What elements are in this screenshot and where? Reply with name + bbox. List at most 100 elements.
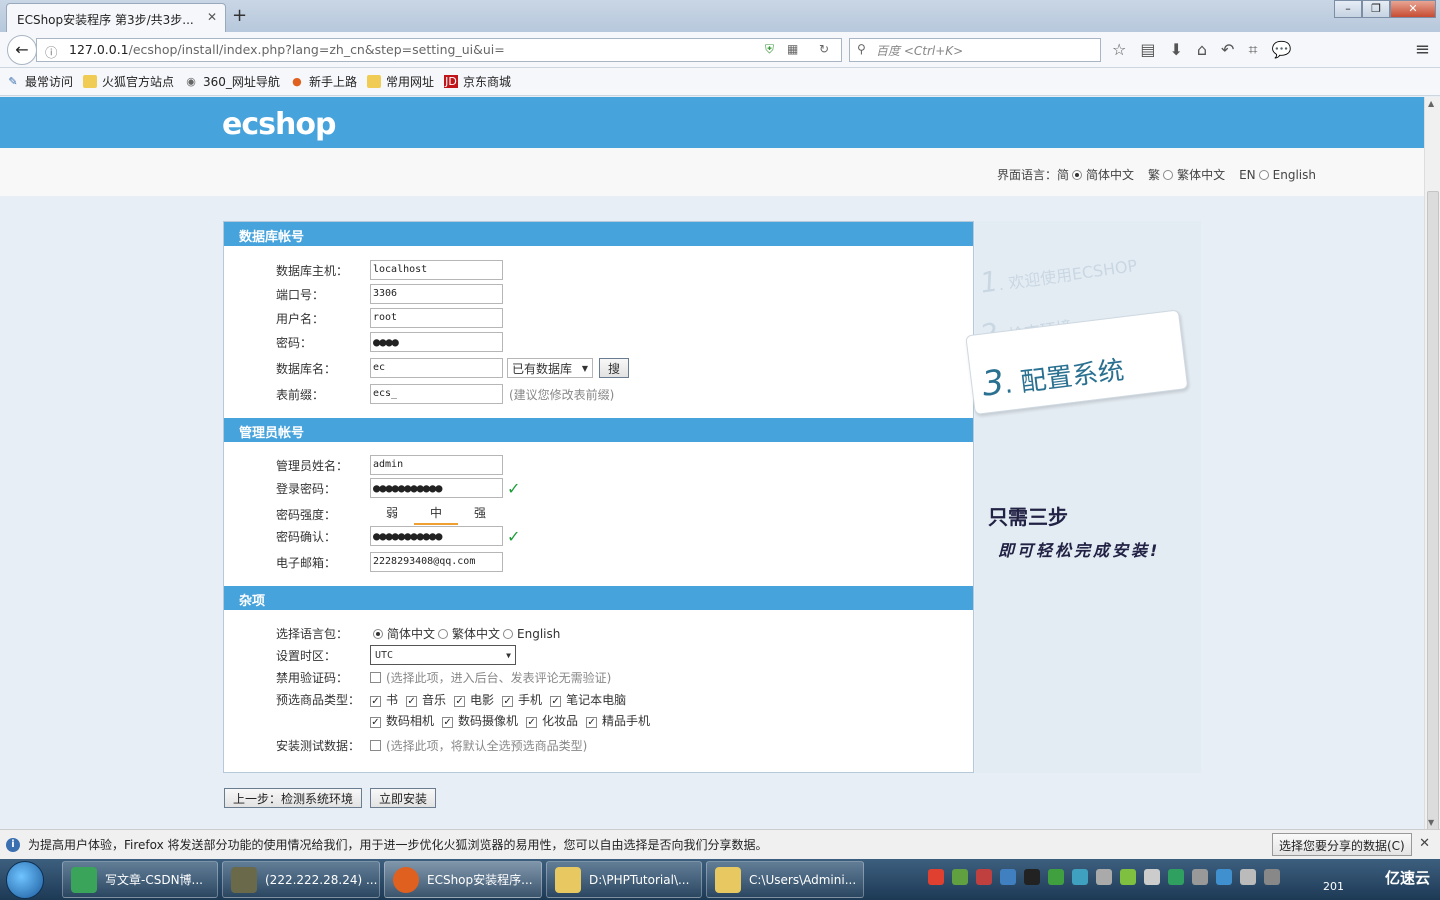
scrollbar-thumb[interactable] bbox=[1427, 191, 1439, 853]
db-password-input[interactable]: ●●●● bbox=[370, 332, 503, 352]
db-user-input[interactable]: root bbox=[370, 308, 503, 328]
scroll-up-arrow-icon[interactable]: ▲ bbox=[1428, 99, 1434, 108]
existing-db-select[interactable]: 已有数据库 ▼ bbox=[507, 358, 593, 378]
goods-type-item[interactable]: ✓ 书 bbox=[370, 691, 398, 708]
undo-icon[interactable]: ↶ bbox=[1221, 40, 1234, 60]
lang-radio-en[interactable] bbox=[1258, 169, 1269, 180]
new-tab-icon[interactable]: + bbox=[232, 5, 247, 26]
tray-app-icon[interactable] bbox=[1072, 869, 1088, 885]
langpack-radio-en[interactable] bbox=[503, 628, 514, 639]
admin-password-input[interactable]: ●●●●●●●●●●● bbox=[370, 478, 503, 498]
bookmark-star-icon[interactable]: ☆ bbox=[1112, 40, 1126, 60]
goods-type-item[interactable]: ✓ 手机 bbox=[502, 691, 542, 708]
goods-type-item[interactable]: ✓ 音乐 bbox=[406, 691, 446, 708]
goods-type-item[interactable]: ✓ 电影 bbox=[454, 691, 494, 708]
taskbar-item[interactable]: 写文章-CSDN博... bbox=[62, 861, 218, 898]
scroll-down-arrow-icon[interactable]: ▼ bbox=[1428, 818, 1434, 827]
screenshot-icon[interactable]: ⌗ bbox=[1248, 40, 1257, 60]
langpack-radio-zh-cn[interactable] bbox=[373, 628, 383, 639]
taskbar-item[interactable]: (222.222.28.24) ... bbox=[222, 861, 380, 898]
goods-type-item[interactable]: ✓ 化妆品 bbox=[526, 712, 578, 729]
db-host-input[interactable]: localhost bbox=[370, 260, 503, 280]
share-data-button[interactable]: 选择您要分享的数据(C) bbox=[1272, 833, 1412, 856]
reading-list-icon[interactable]: ▤ bbox=[1140, 40, 1155, 60]
install-button[interactable]: 立即安装 bbox=[370, 788, 437, 808]
admin-password-row: 登录密码： ●●●●●●●●●●● ✓ bbox=[276, 478, 521, 498]
page-header: ecshop bbox=[0, 97, 1424, 148]
reload-icon[interactable]: ↻ bbox=[819, 42, 829, 56]
network-icon[interactable] bbox=[1264, 869, 1280, 885]
bookmark-item[interactable]: ● 新手上路 bbox=[290, 73, 357, 90]
testdata-checkbox[interactable] bbox=[370, 740, 381, 751]
tray-app-icon[interactable] bbox=[1120, 869, 1136, 885]
prev-step-button[interactable]: 上一步：检测系统环境 bbox=[224, 788, 363, 808]
captcha-checkbox[interactable] bbox=[370, 672, 381, 683]
menu-icon[interactable]: ≡ bbox=[1415, 39, 1430, 60]
close-icon[interactable]: ✕ bbox=[1419, 836, 1430, 851]
page-scrollbar[interactable]: ▲ ▼ bbox=[1424, 97, 1440, 853]
tab-close-icon[interactable]: ✕ bbox=[207, 10, 217, 24]
goods-type-item[interactable]: ✓ 数码摄像机 bbox=[442, 712, 518, 729]
tray-app-icon[interactable] bbox=[1048, 869, 1064, 885]
minimize-button[interactable]: – bbox=[1334, 0, 1362, 18]
db-prefix-input[interactable]: ecs_ bbox=[370, 384, 503, 404]
start-button[interactable] bbox=[6, 861, 44, 899]
goods-type-item[interactable]: ✓ 数码相机 bbox=[370, 712, 434, 729]
admin-section-title: 管理员帐号 bbox=[224, 418, 973, 442]
tray-app-icon[interactable] bbox=[1216, 869, 1232, 885]
qq-icon[interactable] bbox=[1024, 869, 1040, 885]
bookmark-item[interactable]: 火狐官方站点 bbox=[83, 73, 174, 90]
langpack-radio-zh-tw[interactable] bbox=[438, 628, 449, 639]
slogan-title: 只需三步 bbox=[988, 505, 1068, 529]
bookmark-item[interactable]: ◉ 360_网址导航 bbox=[184, 73, 280, 90]
shield-icon[interactable]: ⛨ bbox=[765, 42, 774, 57]
tray-app-icon[interactable] bbox=[1192, 869, 1208, 885]
taskbar-item[interactable]: C:\Users\Admini... bbox=[706, 861, 864, 898]
url-bar[interactable]: ⓘ 127.0.0.1/ecshop/install/index.php?lan… bbox=[36, 38, 842, 62]
timezone-select[interactable]: UTC ▼ bbox=[370, 645, 516, 665]
tray-app-icon[interactable] bbox=[976, 869, 992, 885]
db-password-row: 密码： ●●●● bbox=[276, 332, 503, 352]
db-search-button[interactable]: 搜 bbox=[599, 358, 630, 378]
back-arrow-icon[interactable]: ← bbox=[7, 35, 37, 65]
lang-radio-zh-tw[interactable] bbox=[1163, 169, 1174, 180]
language-bar: 界面语言： 简 简体中文 繁 繁体中文 EN English bbox=[0, 148, 1424, 196]
battery-icon[interactable] bbox=[952, 869, 968, 885]
goods-type-item[interactable]: ✓ 笔记本电脑 bbox=[550, 691, 626, 708]
shield-icon[interactable] bbox=[1168, 869, 1184, 885]
clock[interactable]: 201 bbox=[1323, 880, 1344, 893]
password-strength-row: 密码强度： 弱 中 强 bbox=[276, 504, 502, 525]
url-host: 127.0.0.1 bbox=[69, 42, 129, 57]
download-icon[interactable]: ⬇ bbox=[1169, 40, 1182, 60]
admin-confirm-input[interactable]: ●●●●●●●●●●● bbox=[370, 526, 503, 546]
tray-app-icon[interactable] bbox=[1096, 869, 1112, 885]
db-port-input[interactable]: 3306 bbox=[370, 284, 503, 304]
admin-name-input[interactable]: admin bbox=[370, 455, 503, 475]
ime-icon[interactable] bbox=[928, 869, 944, 885]
close-window-button[interactable]: ✕ bbox=[1390, 0, 1436, 18]
tray-app-icon[interactable] bbox=[1000, 869, 1016, 885]
prefix-hint: (建议您修改表前缀) bbox=[509, 387, 615, 402]
volume-icon[interactable] bbox=[1144, 869, 1160, 885]
bookmark-item[interactable]: ✎ 最常访问 bbox=[6, 73, 73, 90]
qrcode-icon[interactable]: ▦ bbox=[787, 42, 798, 56]
info-icon[interactable]: ⓘ bbox=[45, 42, 58, 61]
bookmark-item[interactable]: 常用网址 bbox=[366, 73, 434, 90]
maximize-button[interactable]: ❐ bbox=[1362, 0, 1390, 18]
taskbar: 写文章-CSDN博... (222.222.28.24) ... ECShop安… bbox=[0, 859, 1440, 900]
goods-type-item[interactable]: ✓ 精品手机 bbox=[586, 712, 650, 729]
search-input[interactable]: ⚲ 百度 <Ctrl+K> bbox=[849, 38, 1101, 62]
taskbar-item-active[interactable]: ECShop安装程序... bbox=[384, 861, 542, 898]
bookmark-item[interactable]: JD 京东商城 bbox=[443, 73, 511, 90]
db-port-row: 端口号： 3306 bbox=[276, 284, 503, 304]
speaker-icon[interactable] bbox=[1240, 869, 1256, 885]
taskbar-item[interactable]: D:\PHPTutorial\... bbox=[546, 861, 702, 898]
admin-email-input[interactable]: 2228293408@qq.com bbox=[370, 552, 503, 572]
home-icon[interactable]: ⌂ bbox=[1197, 40, 1207, 60]
chat-icon[interactable]: 💬 bbox=[1271, 40, 1291, 60]
db-section-title: 数据库帐号 bbox=[224, 222, 973, 246]
db-name-input[interactable]: ec bbox=[370, 358, 503, 378]
lang-radio-zh-cn[interactable] bbox=[1072, 169, 1083, 180]
browser-tab[interactable]: ECShop安装程序 第3步/共3步... ✕ bbox=[6, 3, 226, 32]
langpack-row: 选择语言包： 简体中文 繁体中文 English bbox=[276, 626, 561, 642]
